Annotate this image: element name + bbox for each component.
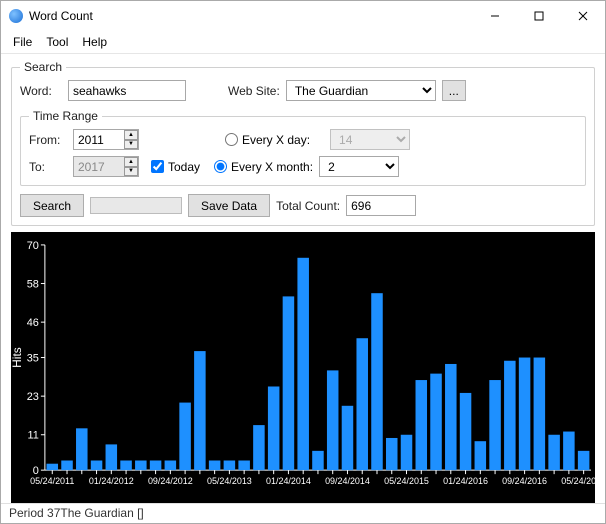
menubar: File Tool Help [1,31,605,54]
minimize-button[interactable] [473,1,517,31]
up-arrow-icon[interactable]: ▲ [124,157,138,167]
status-bar: Period 37The Guardian [] [1,503,605,523]
window-title: Word Count [29,9,473,23]
svg-text:05/24/2013: 05/24/2013 [207,476,252,486]
svg-text:35: 35 [27,353,39,365]
search-legend: Search [20,60,66,74]
website-select[interactable]: The Guardian [286,80,436,101]
time-range-legend: Time Range [29,109,102,123]
search-button[interactable]: Search [20,194,84,217]
maximize-button[interactable] [517,1,561,31]
menu-help[interactable]: Help [76,33,113,51]
search-group: Search Word: Web Site: The Guardian ... … [11,60,595,226]
chart-canvas: 0112335465870Hits05/24/201101/24/201209/… [11,232,595,503]
app-icon [9,9,23,23]
svg-text:05/24/2017: 05/24/2017 [561,476,595,486]
to-label: To: [29,160,67,174]
close-button[interactable] [561,1,605,31]
svg-text:01/24/2014: 01/24/2014 [266,476,311,486]
from-spinner[interactable]: ▲▼ [73,129,139,150]
every-day-radio[interactable]: Every X day: [225,133,310,147]
svg-text:58: 58 [27,279,39,291]
svg-text:23: 23 [27,391,39,403]
website-label: Web Site: [228,84,280,98]
svg-text:09/24/2016: 09/24/2016 [502,476,547,486]
up-arrow-icon[interactable]: ▲ [124,130,138,140]
word-label: Word: [20,84,62,98]
down-arrow-icon[interactable]: ▼ [124,167,138,177]
chart: 0112335465870Hits05/24/201101/24/201209/… [11,232,595,503]
titlebar: Word Count [1,1,605,31]
svg-text:09/24/2014: 09/24/2014 [325,476,370,486]
svg-text:70: 70 [27,240,39,252]
time-range-group: Time Range From: ▲▼ Every X day: 14 To: … [20,109,586,186]
svg-text:05/24/2011: 05/24/2011 [30,476,74,486]
website-browse-button[interactable]: ... [442,80,466,101]
svg-text:09/24/2012: 09/24/2012 [148,476,193,486]
total-count-label: Total Count: [276,199,340,213]
save-data-button[interactable]: Save Data [188,194,270,217]
svg-text:01/24/2012: 01/24/2012 [89,476,134,486]
svg-text:01/24/2016: 01/24/2016 [443,476,488,486]
svg-text:05/24/2015: 05/24/2015 [384,476,429,486]
window-controls [473,1,605,31]
every-month-radio[interactable]: Every X month: [214,160,313,174]
from-label: From: [29,133,67,147]
svg-text:46: 46 [27,317,39,329]
svg-text:11: 11 [28,430,39,442]
menu-tool[interactable]: Tool [40,33,74,51]
word-input[interactable] [68,80,186,101]
progress-bar [90,197,182,214]
total-count-value [346,195,416,216]
to-spinner[interactable]: ▲▼ [73,156,139,177]
every-day-select: 14 [330,129,410,150]
every-month-select[interactable]: 2 [319,156,399,177]
menu-file[interactable]: File [7,33,38,51]
content-panel: Search Word: Web Site: The Guardian ... … [1,54,605,232]
today-checkbox[interactable]: Today [151,160,200,174]
down-arrow-icon[interactable]: ▼ [124,140,138,150]
svg-text:Hits: Hits [11,347,24,368]
